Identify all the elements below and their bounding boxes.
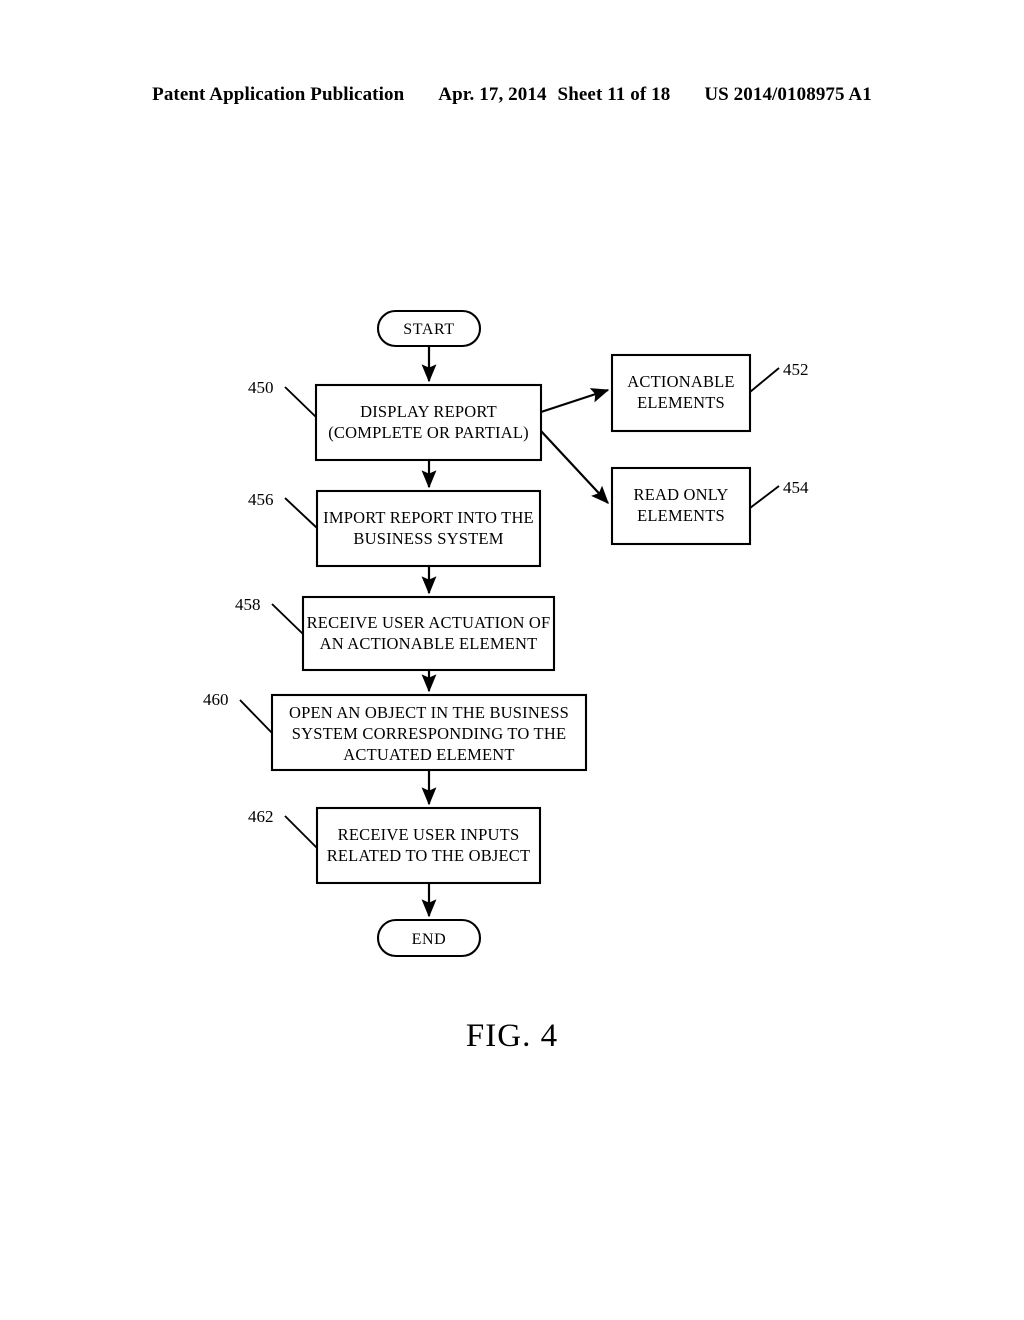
reference-numeral-462: 462	[248, 807, 274, 826]
reference-numeral-452: 452	[783, 360, 809, 379]
open-object-line-3: ACTUATED ELEMENT	[343, 745, 515, 764]
receive-inputs-line-2: RELATED TO THE OBJECT	[326, 846, 531, 865]
open-object-line-1: OPEN AN OBJECT IN THE BUSINESS	[289, 703, 569, 722]
reference-numeral-450: 450	[248, 378, 274, 397]
open-object-label: OPEN AN OBJECT IN THE BUSINESS SYSTEM CO…	[272, 702, 586, 765]
end-terminator-label: END	[411, 931, 447, 948]
read-only-elements-line-2: ELEMENTS	[637, 506, 725, 525]
display-report-line-1: DISPLAY REPORT	[360, 402, 497, 421]
import-report-line-1: IMPORT REPORT INTO THE	[323, 508, 534, 527]
display-report-label: DISPLAY REPORT (COMPLETE OR PARTIAL)	[316, 401, 541, 443]
read-only-elements-line-1: READ ONLY	[633, 485, 729, 504]
read-only-elements-label: READ ONLY ELEMENTS	[607, 484, 755, 526]
leader-line-450	[284, 386, 317, 418]
leader-line-460	[239, 699, 273, 734]
connector-display-report-to-actionable-elements	[540, 388, 610, 414]
receive-actuation-label: RECEIVE USER ACTUATION OF AN ACTIONABLE …	[298, 612, 559, 654]
patent-figure-page: Patent Application Publication Apr. 17, 2…	[0, 0, 1024, 1320]
reference-numeral-458: 458	[235, 595, 261, 614]
import-report-line-2: BUSINESS SYSTEM	[353, 529, 504, 548]
display-report-line-2: (COMPLETE OR PARTIAL)	[328, 423, 529, 442]
receive-actuation-line-2: AN ACTIONABLE ELEMENT	[319, 634, 538, 653]
figure-caption: FIG. 4	[465, 1018, 559, 1054]
connector-display-report-to-read-only-elements	[540, 430, 609, 504]
receive-inputs-label: RECEIVE USER INPUTS RELATED TO THE OBJEC…	[312, 824, 545, 866]
reference-numeral-456: 456	[248, 490, 274, 509]
reference-numeral-454: 454	[783, 478, 809, 497]
receive-actuation-line-1: RECEIVE USER ACTUATION OF	[306, 613, 551, 632]
start-terminator-label: START	[403, 321, 455, 338]
open-object-line-2: SYSTEM CORRESPONDING TO THE	[291, 724, 567, 743]
import-report-label: IMPORT REPORT INTO THE BUSINESS SYSTEM	[312, 507, 545, 549]
receive-inputs-line-1: RECEIVE USER INPUTS	[337, 825, 520, 844]
actionable-elements-label: ACTIONABLE ELEMENTS	[607, 371, 755, 413]
reference-numeral-460: 460	[203, 690, 229, 709]
actionable-elements-line-1: ACTIONABLE	[627, 372, 735, 391]
actionable-elements-line-2: ELEMENTS	[637, 393, 725, 412]
flowchart-diagram	[239, 309, 780, 958]
